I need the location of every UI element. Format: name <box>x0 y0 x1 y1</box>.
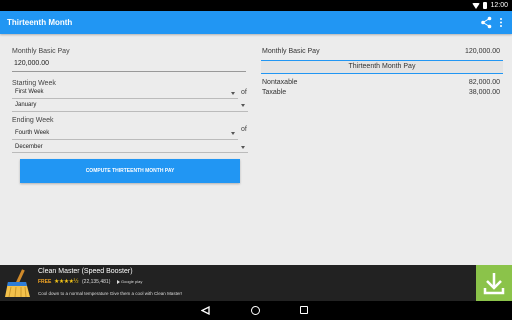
ending-week-label: Ending Week <box>12 117 54 124</box>
monthly-basic-pay-input[interactable]: 120,000.00 <box>14 60 49 67</box>
starting-week-label: Starting Week <box>12 80 56 87</box>
monthly-basic-pay-label: Monthly Basic Pay <box>12 48 70 55</box>
ad-description: Cool down to a normal temperature Give t… <box>38 291 183 296</box>
ending-of-label: of <box>241 126 247 133</box>
app-title: Thirteenth Month <box>7 18 73 27</box>
monthly-basic-pay-underline <box>12 71 246 72</box>
ending-week-underline <box>12 139 238 140</box>
starting-week-underline <box>12 98 238 99</box>
starting-month-select[interactable]: January <box>15 102 36 108</box>
starting-week-caret-icon[interactable] <box>231 92 235 95</box>
starting-month-caret-icon[interactable] <box>241 104 245 107</box>
ad-download-button[interactable] <box>476 265 512 301</box>
ad-review-count: (22,135,481) <box>82 279 111 285</box>
nontaxable-label: Nontaxable <box>262 79 298 86</box>
ending-week-caret-icon[interactable] <box>231 132 235 135</box>
status-bar: 12:00 <box>0 0 512 11</box>
result-divider-bottom <box>261 73 503 74</box>
status-time: 12:00 <box>490 2 508 9</box>
more-options-icon[interactable] <box>496 16 506 29</box>
battery-icon <box>483 2 488 9</box>
google-play-icon <box>117 279 120 284</box>
google-play-label: Google play <box>121 279 143 284</box>
result-monthly-basic-pay-label: Monthly Basic Pay <box>262 48 320 55</box>
back-icon[interactable] <box>201 306 210 315</box>
nontaxable-value: 82,000.00 <box>468 79 500 86</box>
app-bar: Thirteenth Month <box>0 11 512 34</box>
taxable-label: Taxable <box>262 89 287 96</box>
home-icon[interactable] <box>251 306 260 315</box>
starting-month-underline <box>12 111 248 112</box>
ending-month-caret-icon[interactable] <box>241 146 245 149</box>
google-play-badge: Google play <box>117 279 142 284</box>
recent-apps-icon[interactable] <box>300 306 308 314</box>
download-icon <box>483 273 505 295</box>
starting-of-label: of <box>241 89 247 96</box>
ending-month-underline <box>12 152 248 153</box>
thirteenth-month-pay-header: Thirteenth Month Pay <box>261 61 503 73</box>
clean-master-broom-icon <box>5 269 30 298</box>
share-icon[interactable] <box>480 16 493 29</box>
ad-rating-stars: ★★★★½ <box>54 279 79 285</box>
taxable-value: 38,000.00 <box>468 89 500 96</box>
ad-banner[interactable]: Clean Master (Speed Booster) FREE ★★★★½ … <box>0 265 512 301</box>
ad-price: FREE <box>38 279 52 285</box>
result-monthly-basic-pay-value: 120,000.00 <box>464 48 500 55</box>
ad-app-name: Clean Master (Speed Booster) <box>38 268 133 275</box>
starting-week-select[interactable]: First Week <box>15 89 44 95</box>
ending-week-select[interactable]: Fourth Week <box>15 130 49 136</box>
navigation-bar <box>0 301 512 320</box>
ending-month-select[interactable]: December <box>15 144 43 150</box>
compute-button[interactable]: COMPUTE THIRTEENTH MONTH PAY <box>20 159 240 183</box>
wifi-icon <box>472 2 481 9</box>
